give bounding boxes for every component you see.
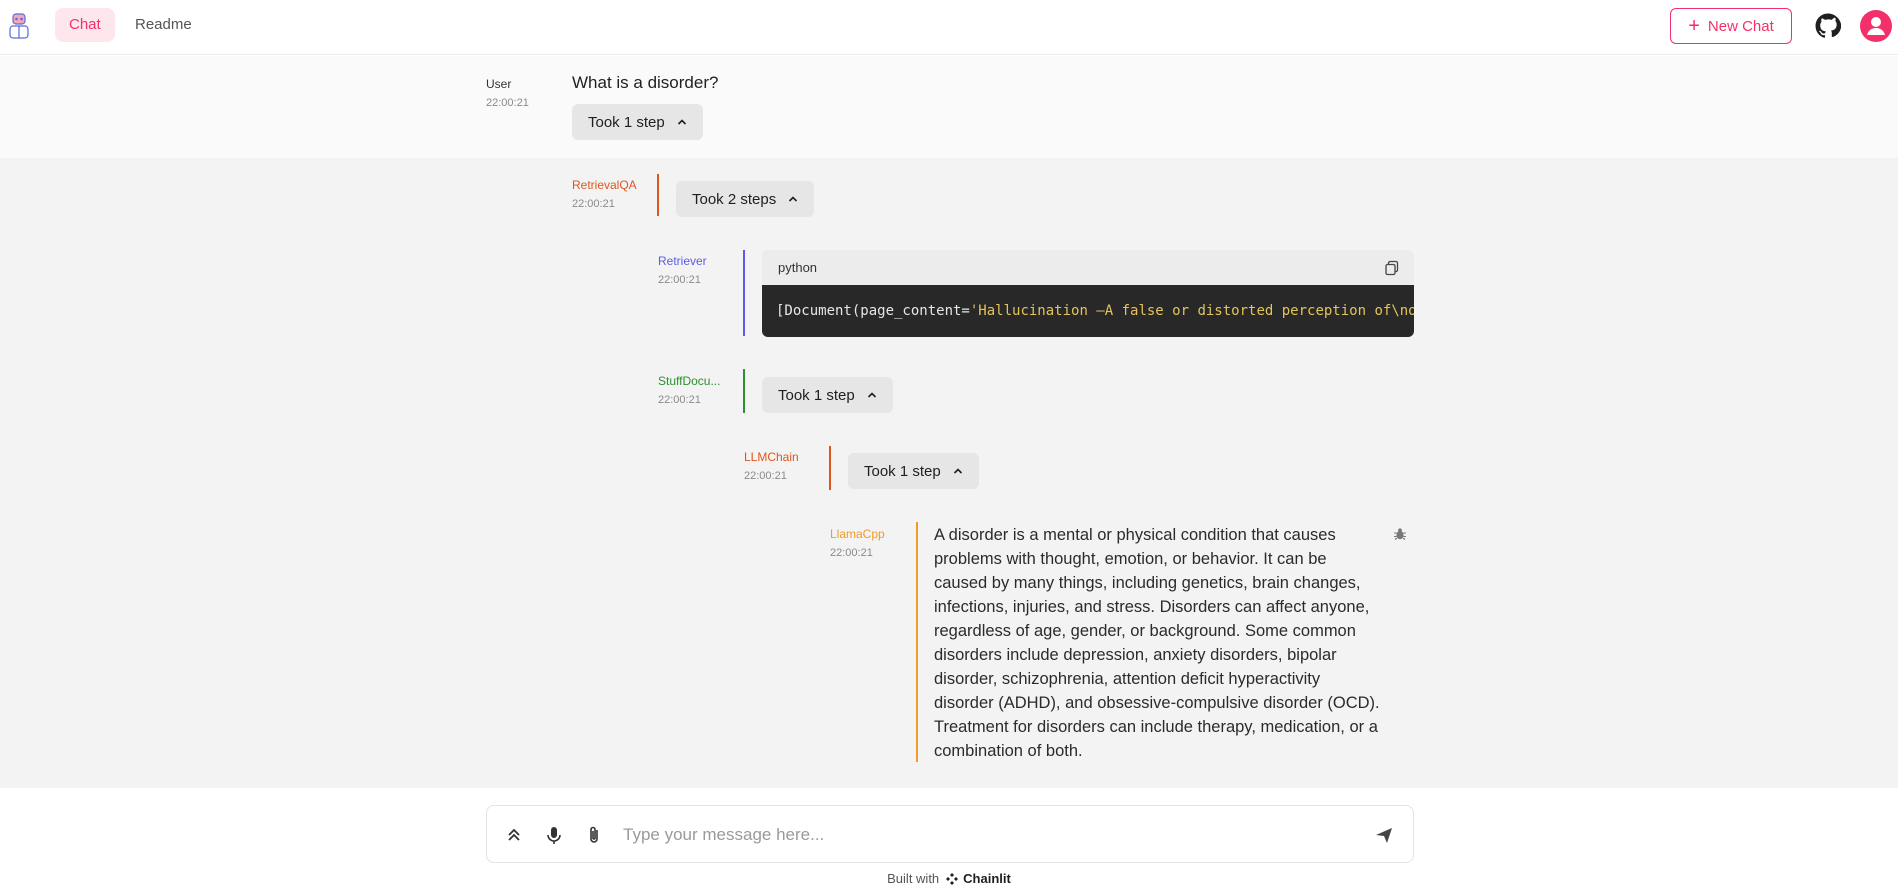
robot-logo-icon[interactable] (6, 12, 32, 40)
person-icon (1867, 17, 1885, 35)
steps-toggle-button[interactable]: Took 1 step (572, 104, 703, 140)
code-header: python (762, 250, 1414, 285)
step-author-llamacpp: LlamaCpp (830, 527, 885, 541)
chevron-up-icon (677, 119, 686, 125)
steps-toggle-button[interactable]: Took 2 steps (676, 181, 815, 217)
assistant-answer: A disorder is a mental or physical condi… (934, 526, 1380, 760)
tab-readme[interactable]: Readme (121, 8, 206, 42)
github-icon[interactable] (1815, 13, 1841, 39)
steps-toggle-button[interactable]: Took 1 step (848, 453, 979, 489)
chainlit-logo-icon (946, 872, 959, 885)
message-input[interactable] (623, 822, 1363, 848)
tab-chat[interactable]: Chat (55, 8, 115, 42)
message-composer (486, 805, 1414, 863)
step-time: 22:00:21 (658, 394, 701, 406)
step-author-stuffdocuments: StuffDocu... (658, 374, 721, 388)
steps-label: Took 1 step (778, 386, 855, 404)
top-bar: Chat Readme + New Chat (0, 0, 1898, 55)
chevron-up-icon (867, 392, 876, 398)
message-author: User (486, 77, 512, 91)
copy-icon[interactable] (1384, 260, 1400, 276)
user-question: What is a disorder? (572, 73, 719, 92)
new-chat-label: New Chat (1707, 17, 1774, 35)
step-time: 22:00:21 (830, 547, 873, 559)
step-time: 22:00:21 (658, 274, 701, 286)
steps-label: Took 1 step (864, 462, 941, 480)
message-time: 22:00:21 (486, 97, 529, 109)
paperclip-icon[interactable] (583, 824, 605, 846)
plus-icon: + (1688, 15, 1700, 37)
user-avatar-icon[interactable] (1860, 10, 1892, 42)
steps-toggle-button[interactable]: Took 1 step (762, 377, 893, 413)
step-time: 22:00:21 (572, 198, 615, 210)
code-string: 'Hallucination —A false or distorted per… (969, 303, 1414, 319)
step-time: 22:00:21 (744, 470, 787, 482)
new-chat-button[interactable]: + New Chat (1670, 8, 1792, 44)
steps-label: Took 2 steps (692, 190, 777, 208)
bug-icon[interactable] (1393, 527, 1407, 541)
chevrons-up-icon[interactable] (503, 824, 525, 846)
step-indicator-line (829, 446, 831, 490)
footer: Built with Chainlit (0, 871, 1898, 886)
step-indicator-line (657, 174, 659, 216)
step-author-retrievalqa: RetrievalQA (572, 178, 637, 192)
step-author-retriever: Retriever (658, 254, 707, 268)
step-indicator-line (743, 250, 745, 336)
built-with-text: Built with (887, 871, 940, 886)
step-indicator-line (916, 522, 918, 762)
step-indicator-line (743, 369, 745, 413)
steps-label: Took 1 step (588, 113, 665, 131)
microphone-icon[interactable] (543, 824, 565, 846)
code-block: python [Document(page_content= 'Hallucina… (762, 250, 1414, 337)
user-message-section (0, 56, 1898, 158)
send-icon[interactable] (1373, 824, 1395, 846)
code-content: [Document(page_content= 'Hallucination —A… (762, 285, 1414, 337)
step-author-llmchain: LLMChain (744, 450, 799, 464)
brand-name: Chainlit (963, 871, 1011, 886)
chainlit-brand-link[interactable]: Chainlit (945, 871, 1011, 886)
chevron-up-icon (789, 196, 798, 202)
code-language: python (778, 260, 818, 275)
chevron-up-icon (953, 468, 962, 474)
code-text: [Document(page_content= (776, 303, 970, 319)
